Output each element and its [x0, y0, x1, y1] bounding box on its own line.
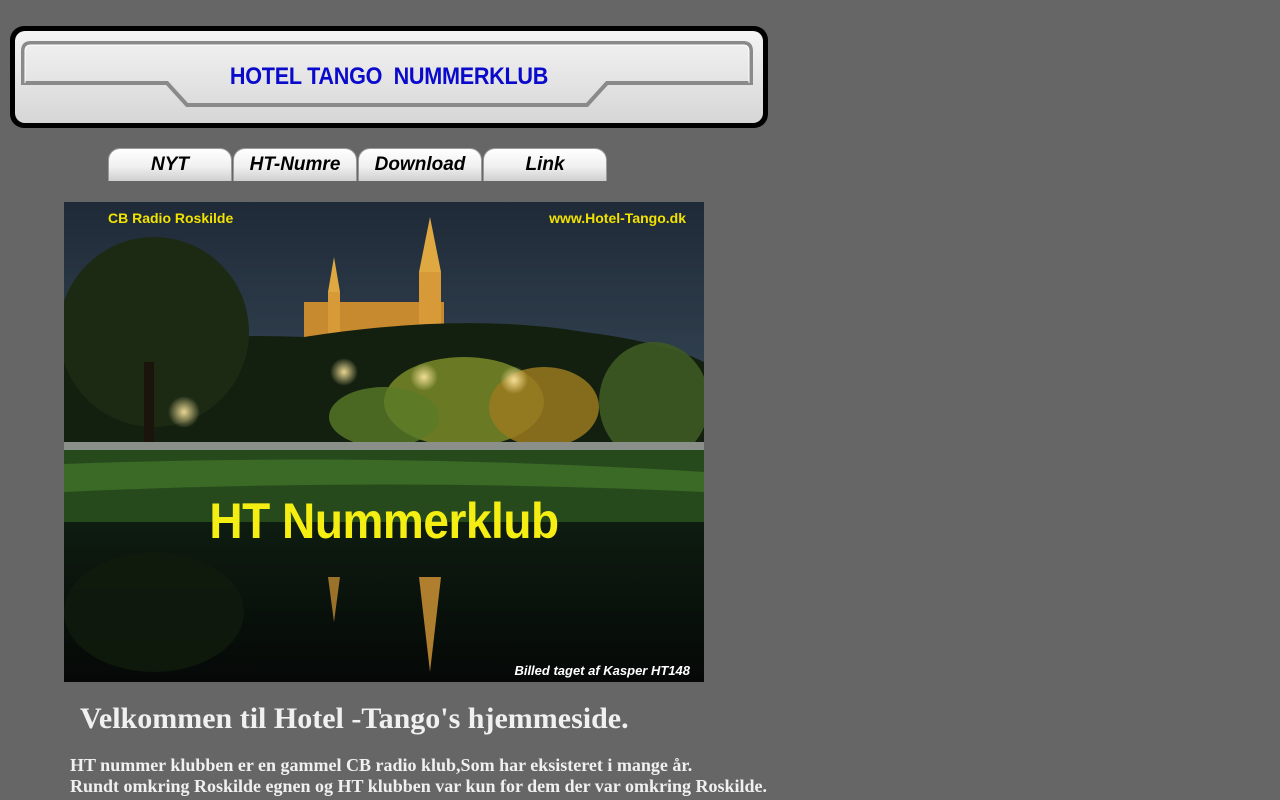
night-cathedral-photo	[64, 202, 704, 682]
hero-image: CB Radio Roskilde www.Hotel-Tango.dk HT …	[64, 202, 704, 682]
nav-tab-nyt[interactable]: NYT	[108, 148, 232, 181]
hero-top-left-caption: CB Radio Roskilde	[108, 210, 234, 226]
main-nav: NYT HT-Numre Download Link	[108, 148, 607, 181]
nav-tab-ht-numre[interactable]: HT-Numre	[233, 148, 357, 181]
hero-title: HT Nummerklub	[209, 493, 559, 549]
photo-credit: Billed taget af Kasper HT148	[514, 663, 690, 678]
intro-text: HT nummer klubben er en gammel CB radio …	[70, 755, 767, 797]
intro-line: Rundt omkring Roskilde egnen og HT klubb…	[70, 776, 767, 796]
site-banner: HOTEL TANGO NUMMERKLUB	[9, 25, 769, 129]
hero-top-right-caption: www.Hotel-Tango.dk	[549, 210, 686, 226]
nav-tab-download[interactable]: Download	[358, 148, 482, 181]
nav-tab-link[interactable]: Link	[483, 148, 607, 181]
intro-line: HT nummer klubben er en gammel CB radio …	[70, 755, 693, 775]
welcome-heading: Velkommen til Hotel -Tango's hjemmeside.	[80, 702, 629, 735]
site-title: HOTEL TANGO NUMMERKLUB	[229, 63, 549, 90]
